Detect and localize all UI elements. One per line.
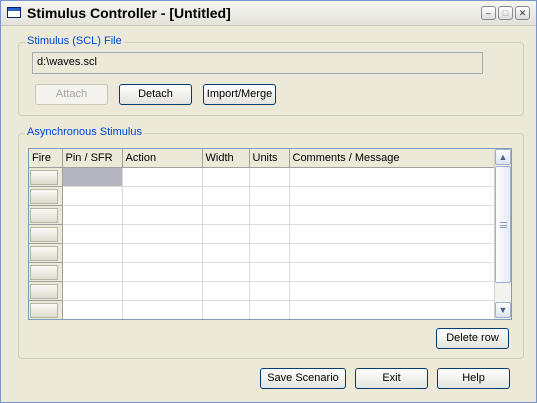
window-title: Stimulus Controller - [Untitled] [27,5,231,21]
width-cell[interactable] [202,262,250,282]
import-merge-button[interactable]: Import/Merge [203,84,276,105]
width-cell[interactable] [202,224,250,244]
scl-file-group-label: Stimulus (SCL) File [25,35,124,47]
pin-sfr-cell[interactable] [62,300,123,319]
scroll-down-arrow-icon[interactable]: ▼ [495,302,511,318]
width-cell[interactable] [202,186,250,206]
col-header-fire[interactable]: Fire [29,149,63,168]
width-cell[interactable] [202,205,250,225]
fire-button[interactable] [30,207,58,223]
width-cell[interactable] [202,167,250,187]
units-cell[interactable] [249,243,290,263]
action-cell[interactable] [122,243,203,263]
pin-sfr-cell[interactable] [62,262,123,282]
width-cell[interactable] [202,300,250,319]
pin-sfr-cell[interactable] [62,205,123,225]
units-cell[interactable] [249,281,290,301]
delete-row-button[interactable]: Delete row [436,328,509,349]
fire-cell [29,224,63,244]
col-header-comments[interactable]: Comments / Message [289,149,496,168]
scroll-thumb[interactable] [495,166,511,283]
fire-cell [29,167,63,187]
comments-cell[interactable] [289,281,496,301]
comments-cell[interactable] [289,300,496,319]
comments-cell[interactable] [289,243,496,263]
table-row [29,243,496,263]
stimulus-table: Fire Pin / SFR Action Width Units Commen… [29,149,496,319]
fire-button[interactable] [30,169,58,185]
table-row [29,205,496,225]
width-cell[interactable] [202,281,250,301]
action-cell[interactable] [122,281,203,301]
comments-cell[interactable] [289,167,496,187]
help-button[interactable]: Help [437,368,510,389]
comments-cell[interactable] [289,224,496,244]
fire-button[interactable] [30,302,58,318]
stimulus-grid[interactable]: Fire Pin / SFR Action Width Units Commen… [28,148,512,320]
action-cell[interactable] [122,186,203,206]
units-cell[interactable] [249,167,290,187]
fire-cell [29,262,63,282]
fire-button[interactable] [30,283,58,299]
pin-sfr-cell[interactable] [62,224,123,244]
col-header-units[interactable]: Units [249,149,290,168]
detach-button[interactable]: Detach [119,84,192,105]
scroll-up-arrow-icon[interactable]: ▲ [495,149,511,165]
comments-cell[interactable] [289,186,496,206]
close-button[interactable]: ✕ [515,6,530,20]
col-header-action[interactable]: Action [122,149,203,168]
stimulus-controller-window: Stimulus Controller - [Untitled] – □ ✕ S… [0,0,537,403]
scroll-grip-icon [500,222,507,228]
grid-vertical-scrollbar[interactable]: ▲ ▼ [494,149,511,319]
pin-sfr-cell[interactable] [62,167,123,187]
action-cell[interactable] [122,262,203,282]
fire-button[interactable] [30,264,58,280]
maximize-button: □ [498,6,513,20]
units-cell[interactable] [249,300,290,319]
pin-sfr-cell[interactable] [62,186,123,206]
table-row [29,300,496,319]
attach-button: Attach [35,84,108,105]
table-row [29,262,496,282]
pin-sfr-cell[interactable] [62,243,123,263]
table-row [29,186,496,206]
fire-cell [29,243,63,263]
fire-cell [29,205,63,225]
width-cell[interactable] [202,243,250,263]
minimize-button[interactable]: – [481,6,496,20]
async-stimulus-group-label: Asynchronous Stimulus [25,126,144,138]
units-cell[interactable] [249,205,290,225]
fire-cell [29,300,63,319]
units-cell[interactable] [249,186,290,206]
table-row [29,281,496,301]
action-cell[interactable] [122,167,203,187]
exit-button[interactable]: Exit [355,368,428,389]
app-window-icon [7,7,21,18]
table-header-row: Fire Pin / SFR Action Width Units Commen… [29,149,496,168]
pin-sfr-cell[interactable] [62,281,123,301]
units-cell[interactable] [249,224,290,244]
units-cell[interactable] [249,262,290,282]
col-header-width[interactable]: Width [202,149,250,168]
action-cell[interactable] [122,224,203,244]
comments-cell[interactable] [289,262,496,282]
scl-file-path-field[interactable]: d:\waves.scl [32,52,483,74]
title-bar[interactable]: Stimulus Controller - [Untitled] – □ ✕ [1,1,536,26]
action-cell[interactable] [122,300,203,319]
fire-button[interactable] [30,226,58,242]
fire-cell [29,186,63,206]
fire-button[interactable] [30,245,58,261]
col-header-pin-sfr[interactable]: Pin / SFR [62,149,123,168]
fire-cell [29,281,63,301]
action-cell[interactable] [122,205,203,225]
table-row [29,224,496,244]
table-row [29,167,496,187]
fire-button[interactable] [30,188,58,204]
comments-cell[interactable] [289,205,496,225]
save-scenario-button[interactable]: Save Scenario [260,368,346,389]
